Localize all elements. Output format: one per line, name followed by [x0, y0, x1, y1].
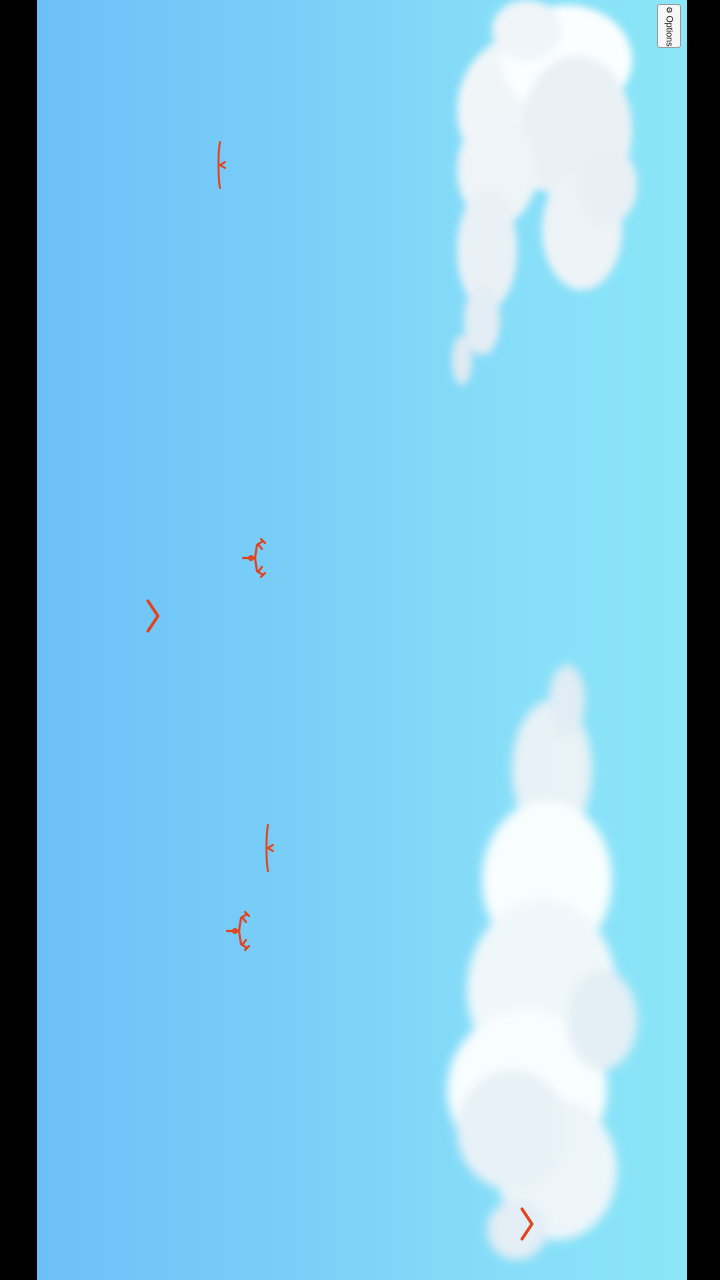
options-label: Options — [664, 15, 675, 47]
glider-enemy-2[interactable] — [261, 823, 275, 873]
cloud-bottom — [447, 665, 637, 1260]
options-button[interactable]: ⚙ Options — [657, 4, 681, 48]
bird-enemy-2[interactable] — [223, 908, 253, 954]
bird-enemy-1[interactable] — [239, 535, 269, 581]
gear-icon: ⚙ — [665, 5, 675, 14]
cloud-top — [452, 0, 637, 385]
chevron-enemy-1[interactable] — [145, 598, 161, 634]
chevron-enemy-2[interactable] — [519, 1206, 535, 1242]
game-canvas[interactable]: ⚙ Options — [37, 0, 687, 1280]
glider-enemy-1[interactable] — [213, 140, 227, 190]
